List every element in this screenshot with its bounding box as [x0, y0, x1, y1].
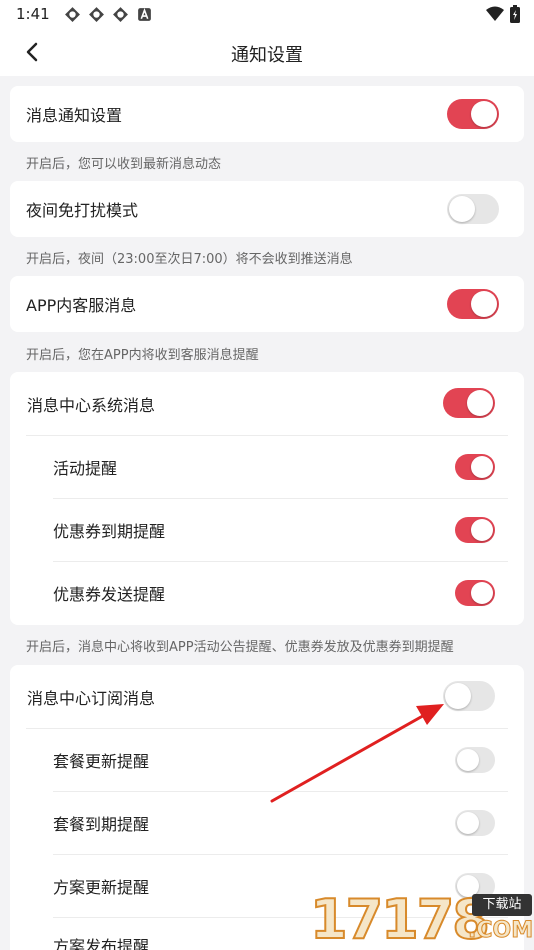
row-label: 优惠券到期提醒: [53, 521, 166, 541]
toggle-package-expiry[interactable]: [455, 810, 495, 836]
row-label: 套餐到期提醒: [53, 814, 150, 834]
row-night-mode: 夜间免打扰模式: [10, 181, 524, 237]
row-label: 活动提醒: [53, 458, 118, 478]
toggle-knob: [471, 291, 497, 317]
toggle-system-center[interactable]: [443, 388, 495, 418]
toggle-subscription-center[interactable]: [443, 681, 495, 711]
row-activity-reminder: 活动提醒: [10, 435, 524, 498]
toggle-knob: [471, 101, 497, 127]
toggle-coupon-send[interactable]: [455, 580, 495, 606]
wifi-icon: [486, 6, 504, 21]
toggle-package-update[interactable]: [455, 747, 495, 773]
toggle-activity-reminder[interactable]: [455, 454, 495, 480]
toggle-message-notify[interactable]: [447, 99, 499, 129]
row-label: 优惠券发送提醒: [53, 584, 166, 604]
app-icon: [112, 6, 128, 22]
card-app-service: APP内客服消息: [10, 276, 524, 332]
row-message-notify: 消息通知设置: [10, 86, 524, 142]
watermark-digits: 17178: [309, 887, 491, 950]
watermark-domain: .COM: [467, 918, 534, 944]
status-right: [486, 5, 520, 23]
row-label: 夜间免打扰模式: [26, 201, 139, 220]
toggle-coupon-expiry[interactable]: [455, 517, 495, 543]
row-coupon-send: 优惠券发送提醒: [10, 561, 524, 624]
row-label: 消息中心订阅消息: [27, 688, 156, 708]
app-icon: [64, 6, 80, 22]
app-icon: [88, 6, 104, 22]
watermark-logo: 17178 下载站 .COM: [309, 887, 534, 950]
toggle-app-service[interactable]: [447, 289, 499, 319]
row-label: 消息中心系统消息: [27, 395, 156, 415]
row-label: 套餐更新提醒: [53, 751, 150, 771]
row-label: 方案更新提醒: [53, 877, 150, 897]
toggle-knob: [467, 390, 493, 416]
toggle-knob: [445, 683, 471, 709]
toggle-knob: [449, 196, 475, 222]
hint-app-service: 开启后，您在APP内将收到客服消息提醒: [26, 348, 259, 363]
hint-message-notify: 开启后，您可以收到最新消息动态: [26, 157, 222, 172]
row-coupon-expiry: 优惠券到期提醒: [10, 498, 524, 561]
toggle-knob: [457, 812, 479, 834]
toggle-knob: [471, 519, 493, 541]
a-icon: [137, 7, 151, 21]
toggle-night-mode[interactable]: [447, 194, 499, 224]
toggle-knob: [457, 749, 479, 771]
row-app-service: APP内客服消息: [10, 276, 524, 332]
battery-icon: [510, 5, 520, 23]
status-time: 1:41: [16, 5, 50, 23]
row-label: 消息通知设置: [26, 106, 123, 125]
nav-bar: 通知设置: [0, 28, 534, 76]
toggle-knob: [471, 582, 493, 604]
row-subscription-center: 消息中心订阅消息: [10, 665, 524, 728]
row-package-expiry: 套餐到期提醒: [10, 791, 524, 854]
card-system-center: 消息中心系统消息 活动提醒 优惠券到期提醒 优惠券发送提醒: [10, 372, 524, 625]
card-night-mode: 夜间免打扰模式: [10, 181, 524, 237]
row-system-center: 消息中心系统消息: [10, 372, 524, 435]
toggle-knob: [471, 456, 493, 478]
status-bar: 1:41: [0, 0, 534, 28]
hint-system-center: 开启后，消息中心将收到APP活动公告提醒、优惠券发放及优惠券到期提醒: [26, 640, 454, 655]
row-label: 方案发布提醒: [53, 937, 150, 950]
card-message-notify: 消息通知设置: [10, 86, 524, 142]
hint-night-mode: 开启后，夜间（23:00至次日7:00）将不会收到推送消息: [26, 252, 353, 267]
row-package-update: 套餐更新提醒: [10, 728, 524, 791]
page-title: 通知设置: [231, 45, 303, 66]
watermark-badge: 下载站: [472, 894, 532, 916]
row-label: APP内客服消息: [26, 296, 137, 315]
